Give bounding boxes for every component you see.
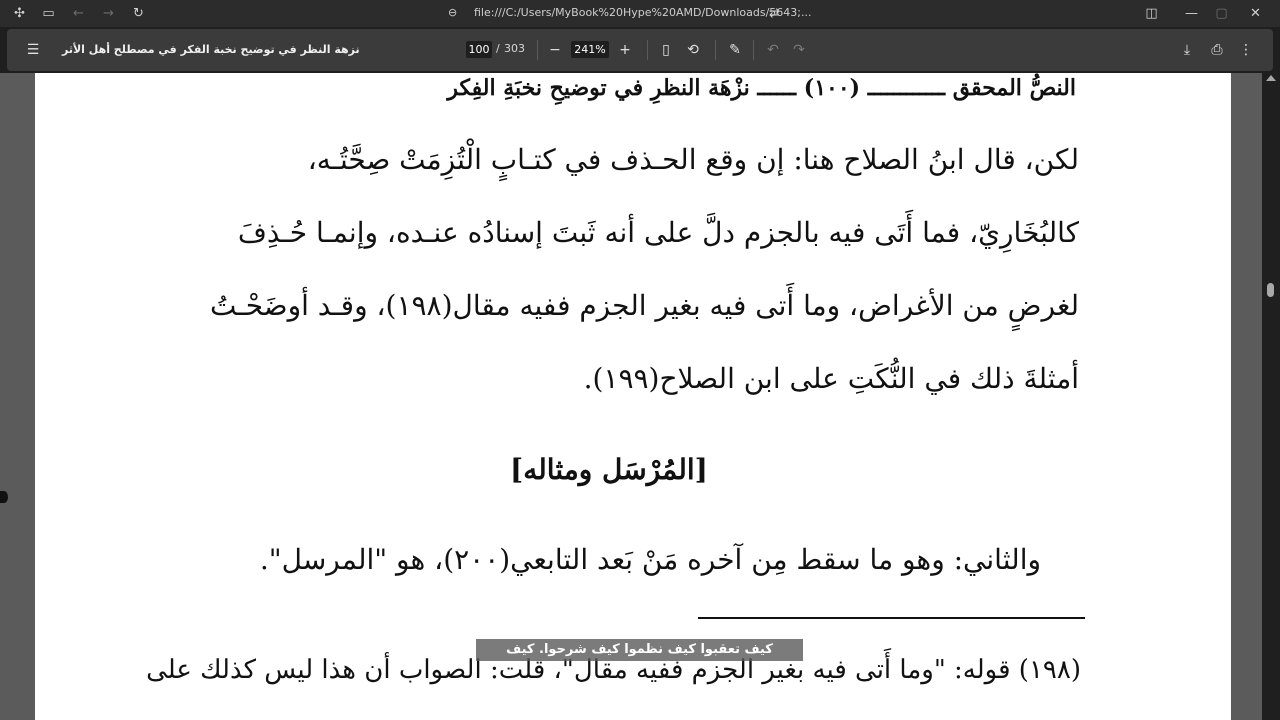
- footnote-divider: [698, 617, 1085, 619]
- split-view-icon[interactable]: ◫: [1143, 5, 1160, 22]
- sidebar-icon[interactable]: ▭: [40, 5, 57, 22]
- back-icon[interactable]: ←: [70, 5, 87, 22]
- browser-titlebar: ✣ ▭ ← → ↻ ⊖ file:///C:/Users/MyBook%20Hy…: [0, 0, 1280, 27]
- address-bar[interactable]: file:///C:/Users/MyBook%20Hype%20AMD/Dow…: [474, 6, 811, 19]
- minimize-icon[interactable]: —: [1183, 5, 1200, 22]
- redo-icon[interactable]: ↷: [790, 41, 808, 59]
- forward-icon[interactable]: →: [100, 5, 117, 22]
- footnote-text-cut: ـــــــ ـــــــ ـــــــ: [905, 708, 1082, 720]
- margin-mark: [0, 491, 8, 503]
- divider: [537, 40, 538, 60]
- reload-icon[interactable]: ↻: [130, 5, 147, 22]
- tune-icon[interactable]: ⇄: [766, 5, 783, 22]
- link-icon: ⊖: [448, 6, 458, 19]
- body-line-3: لغرضٍ من الأغراض، وما أَتى فيه بغير الجز…: [210, 289, 1079, 322]
- scroll-thumb[interactable]: [1267, 283, 1274, 297]
- download-icon[interactable]: ⤓: [1178, 41, 1196, 59]
- menu-icon[interactable]: ☰: [24, 41, 42, 59]
- zoom-out-icon[interactable]: −: [546, 41, 564, 59]
- close-icon[interactable]: ✕: [1247, 5, 1264, 22]
- paragraph-second: والثاني: وهو ما سقط مِن آخره مَنْ بَعد ا…: [259, 543, 1041, 576]
- divider: [715, 40, 716, 60]
- page-total: 303: [504, 42, 525, 55]
- pdf-page: النصُّ المحقق ــــــــــــ (١٠٠) ــــــ …: [35, 73, 1231, 720]
- zoom-input[interactable]: 241%: [571, 41, 609, 58]
- page-separator: /: [496, 42, 500, 55]
- rotate-icon[interactable]: ⟲: [684, 41, 702, 59]
- divider: [647, 40, 648, 60]
- page-running-header: النصُّ المحقق ــــــــــــ (١٠٠) ــــــ …: [447, 75, 1076, 101]
- video-subtitle-overlay: كيف تعقبوا كيف نظموا كيف شرحوا. كيف: [476, 639, 803, 661]
- fit-page-icon[interactable]: ▯: [657, 41, 675, 59]
- restore-icon[interactable]: ▢: [1213, 5, 1230, 22]
- body-line-1: لكن، قال ابنُ الصلاح هنا: إن وقع الحـذف …: [307, 143, 1079, 176]
- section-heading: [المُرْسَل ومثاله]: [510, 453, 708, 486]
- vertical-scrollbar[interactable]: [1262, 73, 1280, 720]
- page-number-input[interactable]: 100: [466, 41, 492, 58]
- pdf-viewer[interactable]: النصُّ المحقق ــــــــــــ (١٠٠) ــــــ …: [0, 73, 1262, 720]
- scroll-up-arrow-icon[interactable]: [1266, 75, 1276, 81]
- divider: [753, 40, 754, 60]
- draw-icon[interactable]: ✎: [726, 41, 744, 59]
- pdf-toolbar: ☰ نزهة النظر في توضيح نخبة الفكر في مصطل…: [7, 29, 1273, 71]
- zoom-in-icon[interactable]: +: [616, 41, 634, 59]
- body-line-4: أمثلةَ ذلك في النُّكَتِ على ابن الصلاح(١…: [583, 362, 1079, 395]
- document-title: نزهة النظر في توضيح نخبة الفكر في مصطلح …: [62, 43, 360, 56]
- extensions-icon[interactable]: ✣: [11, 5, 28, 22]
- more-options-icon[interactable]: ⋮: [1237, 41, 1255, 59]
- undo-icon[interactable]: ↶: [764, 41, 782, 59]
- body-line-2: كالبُخَارِيّ، فما أَتَى فيه بالجزم دلَّ …: [237, 216, 1079, 249]
- print-icon[interactable]: ⎙: [1208, 41, 1226, 59]
